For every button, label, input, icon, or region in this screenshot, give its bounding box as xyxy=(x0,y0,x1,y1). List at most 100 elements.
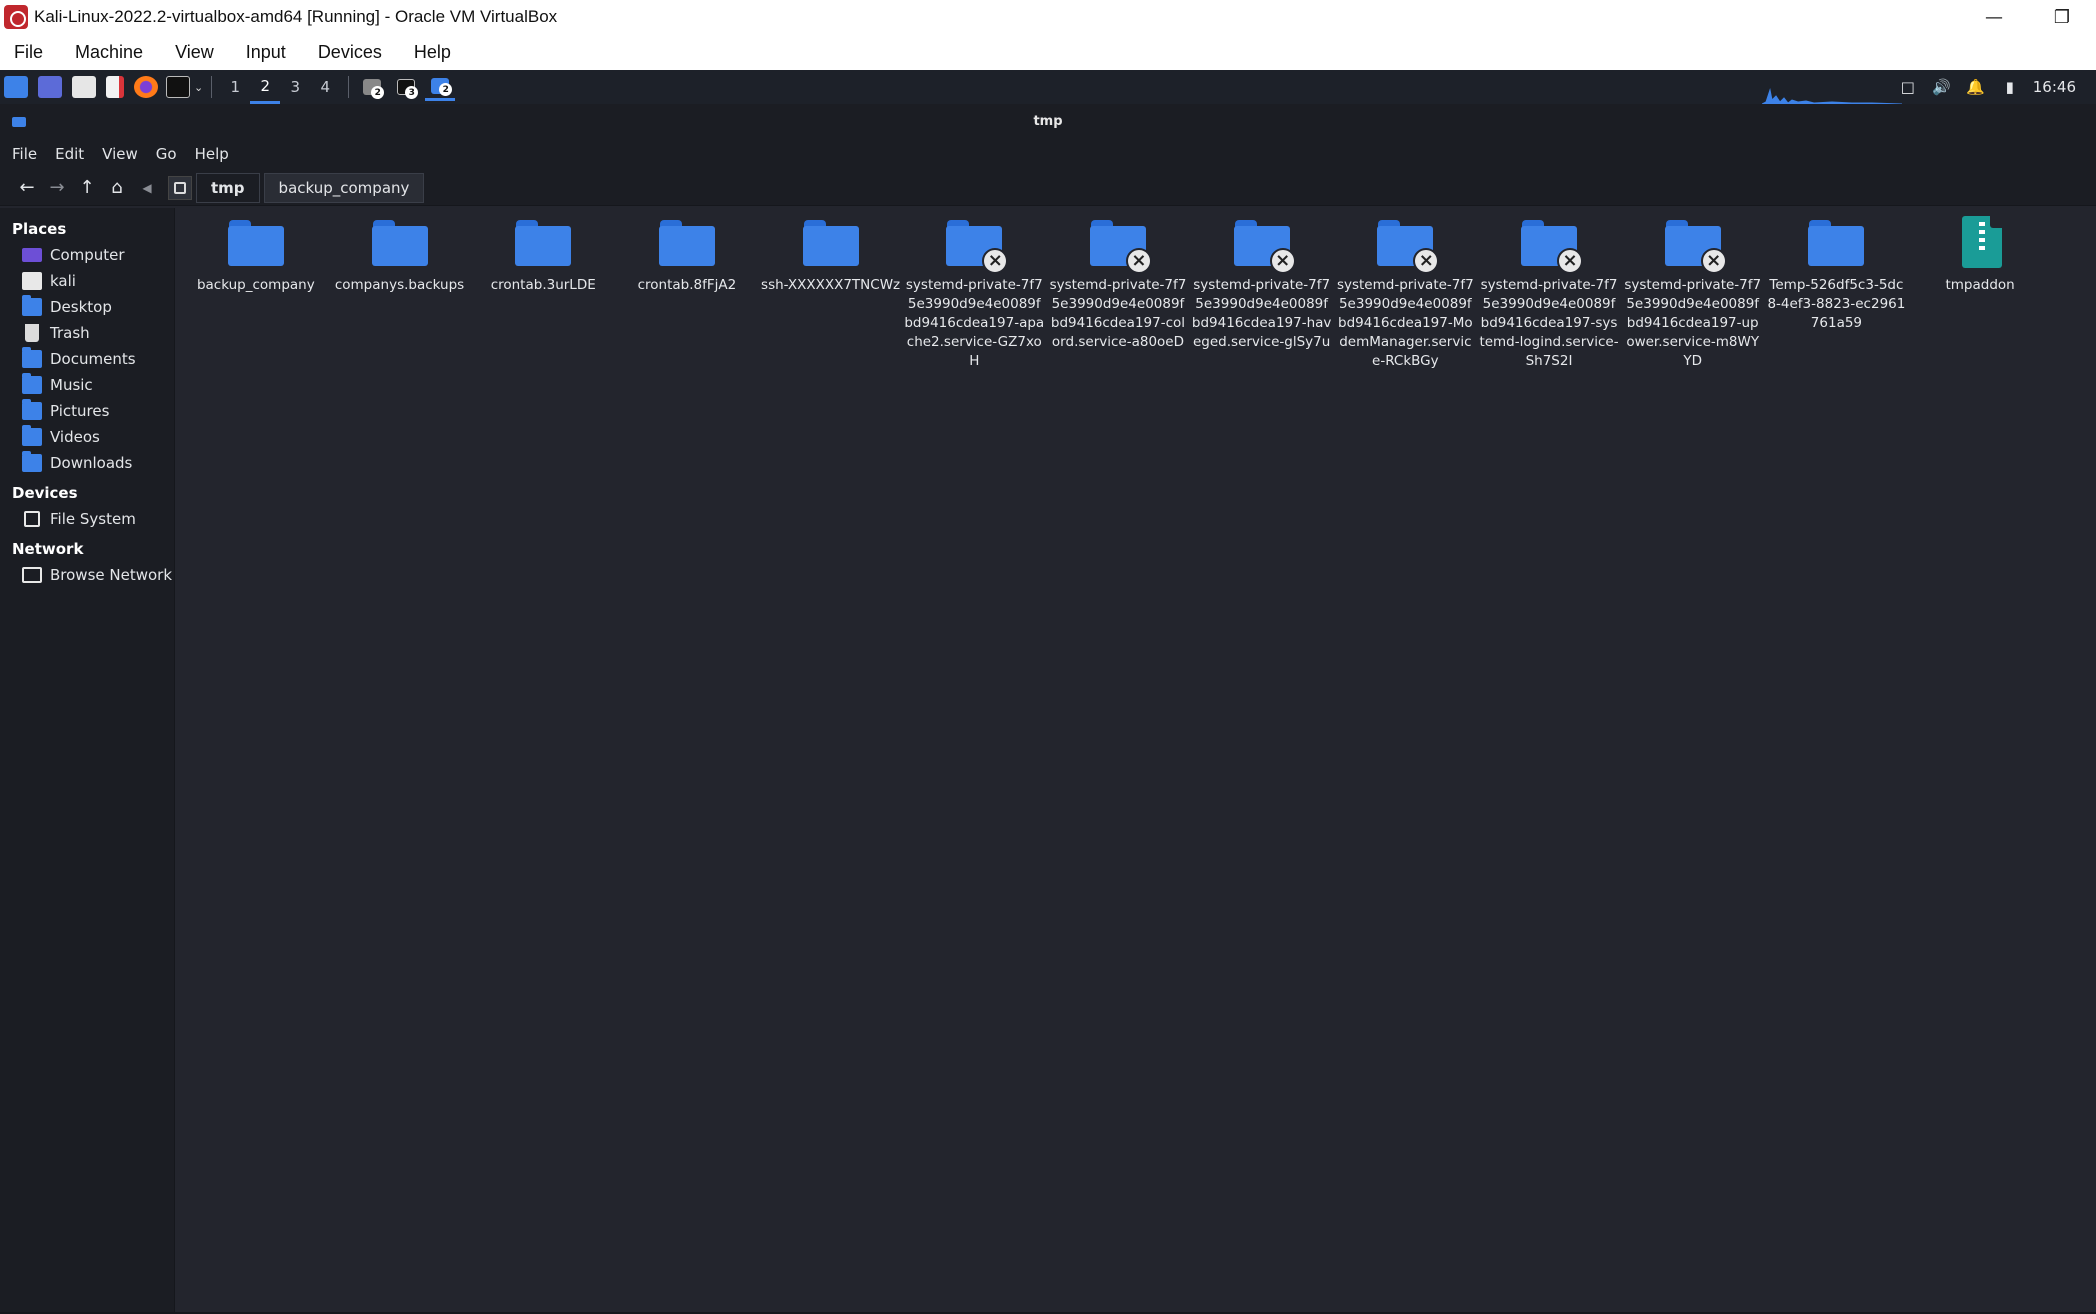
file-item[interactable]: × systemd-private-7f75e3990d9e4e0089fbd9… xyxy=(902,216,1046,371)
breadcrumb-tmp[interactable]: tmp xyxy=(196,172,260,203)
home-icon[interactable]: ⌂ xyxy=(102,173,132,203)
display-icon[interactable]: □ xyxy=(1895,70,1921,104)
sidebar-item-kali[interactable]: kali xyxy=(0,268,174,294)
sidebar-item-trash[interactable]: Trash xyxy=(0,320,174,346)
file-item[interactable]: × systemd-private-7f75e3990d9e4e0089fbd9… xyxy=(1334,216,1478,371)
restore-button[interactable]: ❐ xyxy=(2028,0,2096,34)
no-access-icon: × xyxy=(1557,248,1584,274)
file-item[interactable]: crontab.8fFjA2 xyxy=(615,216,759,371)
sidebar-item-videos[interactable]: Videos xyxy=(0,424,174,450)
sidebar-item-music[interactable]: Music xyxy=(0,372,174,398)
sidebar-item-downloads[interactable]: Downloads xyxy=(0,450,174,476)
file-item[interactable]: backup_company xyxy=(184,216,328,371)
file-item[interactable]: × systemd-private-7f75e3990d9e4e0089fbd9… xyxy=(1046,216,1190,371)
host-window-title: Kali-Linux-2022.2-virtualbox-amd64 [Runn… xyxy=(34,7,558,26)
trash-icon xyxy=(25,324,39,342)
minimize-button[interactable]: — xyxy=(1960,0,2028,34)
menu-help[interactable]: Help xyxy=(195,145,229,163)
menu-edit[interactable]: Edit xyxy=(55,145,84,163)
volume-icon[interactable]: 🔊 xyxy=(1929,70,1955,104)
taskbar-group-3[interactable]: 2 xyxy=(425,73,456,101)
kali-logo-icon xyxy=(4,76,28,98)
sidebar-item-file-system[interactable]: File System xyxy=(0,506,174,532)
sidebar-item-label: Videos xyxy=(50,428,100,446)
archive-icon xyxy=(1950,216,2010,272)
file-item[interactable]: ssh-XXXXXX7TNCWz xyxy=(759,216,903,371)
host-menu-view[interactable]: View xyxy=(175,42,214,63)
file-item[interactable]: Temp-526df5c3-5dc8-4ef3-8823-ec2961761a5… xyxy=(1765,216,1909,371)
devices-header: Devices xyxy=(12,484,78,502)
folder-icon: × xyxy=(1232,216,1296,274)
kali-menu-button[interactable] xyxy=(4,73,28,101)
sidebar-item-documents[interactable]: Documents xyxy=(0,346,174,372)
file-name: companys.backups xyxy=(334,277,465,293)
file-item[interactable]: tmpaddon xyxy=(1908,216,2052,371)
path-scroll-left-icon[interactable]: ◀ xyxy=(132,173,162,203)
taskbar-group-1[interactable]: 2 xyxy=(357,73,387,101)
file-item[interactable]: companys.backups xyxy=(328,216,472,371)
sidebar-item-label: Desktop xyxy=(50,298,112,316)
host-menu-input[interactable]: Input xyxy=(246,42,286,63)
taskbar-group-2[interactable]: 3 xyxy=(391,73,421,101)
panel-clock[interactable]: 16:46 xyxy=(2033,78,2076,96)
forward-arrow-icon[interactable]: → xyxy=(42,173,72,203)
file-item[interactable]: × systemd-private-7f75e3990d9e4e0089fbd9… xyxy=(1190,216,1334,371)
firefox-launcher[interactable] xyxy=(134,73,158,101)
menu-view[interactable]: View xyxy=(102,145,138,163)
virtualbox-app-icon xyxy=(4,5,28,29)
show-desktop-button[interactable] xyxy=(38,73,62,101)
host-menu-file[interactable]: File xyxy=(14,42,43,63)
sidebar-item-pictures[interactable]: Pictures xyxy=(0,398,174,424)
file-name: ssh-XXXXXX7TNCWz xyxy=(761,277,901,293)
sidebar-item-label: Computer xyxy=(50,246,125,264)
workspace-4[interactable]: 4 xyxy=(310,70,340,104)
filesystem-crumb-icon[interactable] xyxy=(168,175,192,200)
places-header: Places xyxy=(12,220,67,238)
file-item[interactable]: × systemd-private-7f75e3990d9e4e0089fbd9… xyxy=(1621,216,1765,371)
sidebar-item-label: Browse Network xyxy=(50,566,173,584)
terminal-launcher[interactable]: ⌄ xyxy=(166,73,203,101)
host-menu-machine[interactable]: Machine xyxy=(75,42,143,63)
panel-separator xyxy=(348,76,350,98)
file-item[interactable]: crontab.3urLDE xyxy=(471,216,615,371)
chevron-down-icon[interactable]: ⌄ xyxy=(194,81,203,94)
network-header: Network xyxy=(12,540,84,558)
system-tray: □ 🔊 🔔 ▮ 16:46 xyxy=(1887,70,2096,104)
folder-icon xyxy=(1806,216,1866,272)
sidebar-item-computer[interactable]: Computer xyxy=(0,242,174,268)
file-manager-titlebar: tmp xyxy=(0,104,2096,138)
drive-icon xyxy=(24,511,40,527)
menu-go[interactable]: Go xyxy=(156,145,177,163)
workspace-1[interactable]: 1 xyxy=(220,70,250,104)
text-editor-launcher[interactable] xyxy=(106,73,124,101)
no-access-icon: × xyxy=(1269,248,1296,274)
notification-bell-icon[interactable]: 🔔 xyxy=(1963,70,1989,104)
top-panel: ⌄ 1 2 3 4 2 3 2 □ 🔊 🔔 ▮ 16:46 xyxy=(0,70,2096,104)
guest-screen: ⌄ 1 2 3 4 2 3 2 □ 🔊 🔔 ▮ 16:46 tmp File E… xyxy=(0,70,2096,1314)
pictures-folder-icon xyxy=(22,399,42,420)
file-manager-launcher[interactable] xyxy=(72,73,96,101)
workspace-2[interactable]: 2 xyxy=(250,70,281,104)
sidebar-item-desktop[interactable]: Desktop xyxy=(0,294,174,320)
menu-file[interactable]: File xyxy=(12,145,37,163)
up-arrow-icon[interactable]: ↑ xyxy=(72,173,102,203)
sidebar-item-browse-network[interactable]: Browse Network xyxy=(0,562,174,588)
file-item[interactable]: × systemd-private-7f75e3990d9e4e0089fbd9… xyxy=(1477,216,1621,371)
battery-icon[interactable]: ▮ xyxy=(1997,70,2023,104)
sidebar-item-label: Music xyxy=(50,376,93,394)
file-name: systemd-private-7f75e3990d9e4e0089fbd941… xyxy=(1191,277,1332,350)
host-menu-devices[interactable]: Devices xyxy=(318,42,382,63)
breadcrumb-backup-company[interactable]: backup_company xyxy=(263,172,425,203)
host-menu-help[interactable]: Help xyxy=(414,42,451,63)
task-count-badge: 2 xyxy=(371,86,385,99)
folder-icon: × xyxy=(944,216,1009,274)
file-name: systemd-private-7f75e3990d9e4e0089fbd941… xyxy=(1479,277,1619,369)
file-name: backup_company xyxy=(196,277,315,293)
firefox-icon xyxy=(134,76,158,98)
back-arrow-icon[interactable]: ← xyxy=(12,173,42,203)
folder-icon: × xyxy=(1663,216,1727,274)
task-count-badge: 2 xyxy=(439,83,453,96)
folder-icon: × xyxy=(1519,216,1584,274)
workspace-3[interactable]: 3 xyxy=(280,70,310,104)
file-view: backup_company companys.backups crontab.… xyxy=(176,208,2096,1314)
